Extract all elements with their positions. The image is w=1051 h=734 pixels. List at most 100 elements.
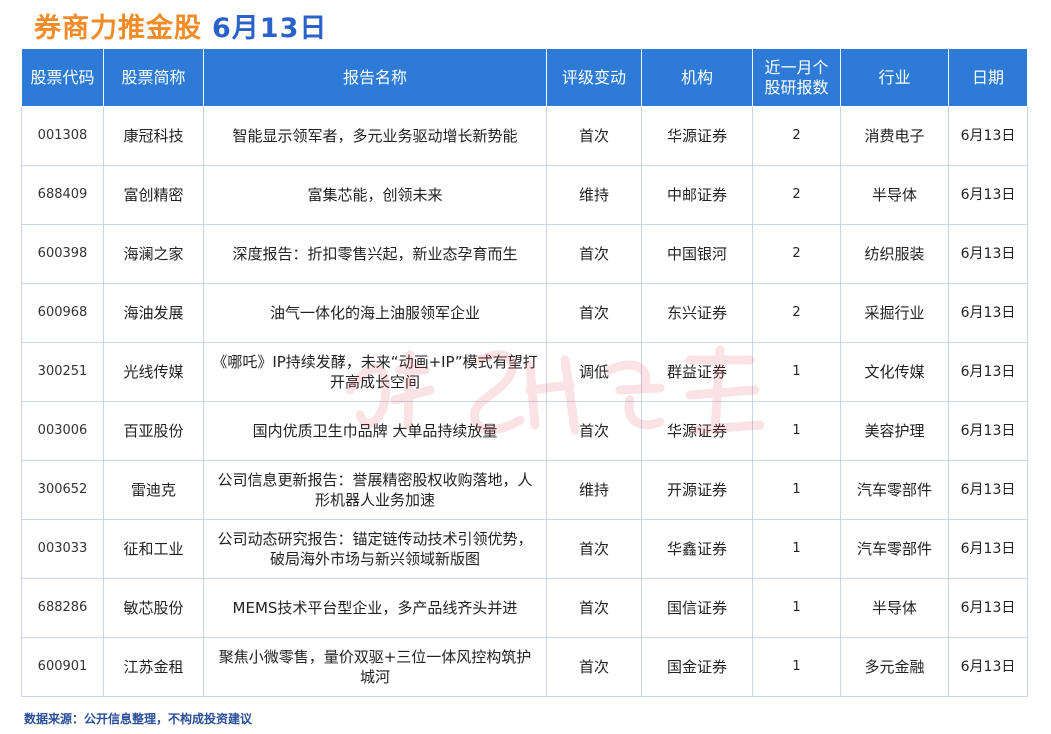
cell-stock-code: 300652 (21, 460, 104, 520)
cell-stock-name: 海油发展 (103, 283, 204, 343)
cell-report-name: 智能显示领军者，多元业务驱动增长新势能 (203, 106, 547, 166)
cell-industry: 纺织服装 (840, 224, 949, 284)
header-report-name: 报告名称 (203, 48, 547, 107)
cell-stock-code: 300251 (21, 342, 104, 402)
table-row: 300652 雷迪克 公司信息更新报告：誉展精密股权收购落地，人形机器人业务加速… (21, 460, 1028, 520)
table-row: 688409 富创精密 富集芯能，创领未来 维持 中邮证券 2 半导体 6月13… (21, 165, 1028, 225)
cell-stock-code: 001308 (21, 106, 104, 166)
cell-report-count: 2 (752, 283, 841, 343)
cell-date: 6月13日 (948, 578, 1028, 638)
header-date: 日期 (948, 48, 1028, 107)
cell-institution: 国金证券 (641, 637, 753, 697)
cell-date: 6月13日 (948, 519, 1028, 579)
cell-report-count: 1 (752, 637, 841, 697)
header-industry: 行业 (840, 48, 949, 107)
cell-stock-name: 康冠科技 (103, 106, 204, 166)
cell-stock-code: 600968 (21, 283, 104, 343)
header-report-count: 近一月个股研报数 (752, 48, 841, 107)
table-row: 003006 百亚股份 国内优质卫生巾品牌 大单品持续放量 首次 华源证券 1 … (21, 401, 1028, 461)
cell-date: 6月13日 (948, 460, 1028, 520)
cell-date: 6月13日 (948, 106, 1028, 166)
cell-report-count: 2 (752, 165, 841, 225)
cell-report-count: 2 (752, 224, 841, 284)
cell-rating: 首次 (546, 578, 642, 638)
cell-stock-code: 600901 (21, 637, 104, 697)
header-rating-change: 评级变动 (546, 48, 642, 107)
header-stock-name: 股票简称 (103, 48, 204, 107)
cell-report-name: MEMS技术平台型企业，多产品线齐头并进 (203, 578, 547, 638)
table-header-row: 股票代码 股票简称 报告名称 评级变动 机构 近一月个股研报数 行业 日期 (21, 48, 1028, 107)
cell-report-count: 1 (752, 578, 841, 638)
header-stock-code: 股票代码 (21, 48, 104, 107)
cell-date: 6月13日 (948, 401, 1028, 461)
table-row: 600968 海油发展 油气一体化的海上油服领军企业 首次 东兴证券 2 采掘行… (21, 283, 1028, 343)
cell-rating: 首次 (546, 519, 642, 579)
cell-date: 6月13日 (948, 224, 1028, 284)
cell-stock-code: 003006 (21, 401, 104, 461)
cell-stock-code: 688409 (21, 165, 104, 225)
cell-institution: 华鑫证券 (641, 519, 753, 579)
cell-industry: 多元金融 (840, 637, 949, 697)
table-row: 300251 光线传媒 《哪吒》IP持续发酵，未来“动画+IP”模式有望打开高成… (21, 342, 1028, 402)
cell-stock-code: 688286 (21, 578, 104, 638)
cell-stock-name: 海澜之家 (103, 224, 204, 284)
table-row: 688286 敏芯股份 MEMS技术平台型企业，多产品线齐头并进 首次 国信证券… (21, 578, 1028, 638)
cell-report-name: 公司信息更新报告：誉展精密股权收购落地，人形机器人业务加速 (203, 460, 547, 520)
page-title: 券商力推金股 6月13日 (34, 6, 327, 44)
cell-report-name: 富集芯能，创领未来 (203, 165, 547, 225)
cell-rating: 调低 (546, 342, 642, 402)
cell-date: 6月13日 (948, 342, 1028, 402)
cell-rating: 维持 (546, 460, 642, 520)
table-row: 003033 征和工业 公司动态研究报告：锚定链传动技术引领优势，破局海外市场与… (21, 519, 1028, 579)
cell-institution: 开源证券 (641, 460, 753, 520)
cell-industry: 汽车零部件 (840, 460, 949, 520)
cell-report-count: 1 (752, 460, 841, 520)
title-main: 券商力推金股 (34, 13, 202, 44)
cell-industry: 采掘行业 (840, 283, 949, 343)
table-row: 600901 江苏金租 聚焦小微零售，量价双驱+三位一体风控构筑护城河 首次 国… (21, 637, 1028, 697)
cell-institution: 国信证券 (641, 578, 753, 638)
cell-report-count: 1 (752, 401, 841, 461)
cell-report-count: 2 (752, 106, 841, 166)
cell-stock-name: 江苏金租 (103, 637, 204, 697)
cell-date: 6月13日 (948, 165, 1028, 225)
cell-stock-name: 雷迪克 (103, 460, 204, 520)
title-date: 6月13日 (212, 13, 328, 44)
cell-stock-name: 敏芯股份 (103, 578, 204, 638)
table-row: 001308 康冠科技 智能显示领军者，多元业务驱动增长新势能 首次 华源证券 … (21, 106, 1028, 166)
cell-industry: 半导体 (840, 165, 949, 225)
cell-report-name: 《哪吒》IP持续发酵，未来“动画+IP”模式有望打开高成长空间 (203, 342, 547, 402)
cell-stock-code: 003033 (21, 519, 104, 579)
cell-stock-code: 600398 (21, 224, 104, 284)
cell-stock-name: 征和工业 (103, 519, 204, 579)
cell-industry: 美容护理 (840, 401, 949, 461)
cell-rating: 维持 (546, 165, 642, 225)
stock-table: 股票代码 股票简称 报告名称 评级变动 机构 近一月个股研报数 行业 日期 00… (21, 48, 1028, 697)
cell-rating: 首次 (546, 637, 642, 697)
cell-date: 6月13日 (948, 283, 1028, 343)
cell-rating: 首次 (546, 106, 642, 166)
cell-institution: 华源证券 (641, 106, 753, 166)
table-row: 600398 海澜之家 深度报告：折扣零售兴起，新业态孕育而生 首次 中国银河 … (21, 224, 1028, 284)
cell-institution: 中国银河 (641, 224, 753, 284)
cell-rating: 首次 (546, 224, 642, 284)
cell-stock-name: 百亚股份 (103, 401, 204, 461)
cell-rating: 首次 (546, 401, 642, 461)
cell-report-name: 国内优质卫生巾品牌 大单品持续放量 (203, 401, 547, 461)
cell-industry: 半导体 (840, 578, 949, 638)
cell-industry: 汽车零部件 (840, 519, 949, 579)
cell-report-count: 1 (752, 342, 841, 402)
cell-institution: 群益证券 (641, 342, 753, 402)
header-institution: 机构 (641, 48, 753, 107)
cell-rating: 首次 (546, 283, 642, 343)
cell-report-name: 公司动态研究报告：锚定链传动技术引领优势，破局海外市场与新兴领域新版图 (203, 519, 547, 579)
cell-industry: 文化传媒 (840, 342, 949, 402)
cell-report-name: 聚焦小微零售，量价双驱+三位一体风控构筑护城河 (203, 637, 547, 697)
cell-report-name: 油气一体化的海上油服领军企业 (203, 283, 547, 343)
cell-report-name: 深度报告：折扣零售兴起，新业态孕育而生 (203, 224, 547, 284)
cell-industry: 消费电子 (840, 106, 949, 166)
cell-institution: 中邮证券 (641, 165, 753, 225)
cell-institution: 东兴证券 (641, 283, 753, 343)
cell-institution: 华源证券 (641, 401, 753, 461)
cell-date: 6月13日 (948, 637, 1028, 697)
